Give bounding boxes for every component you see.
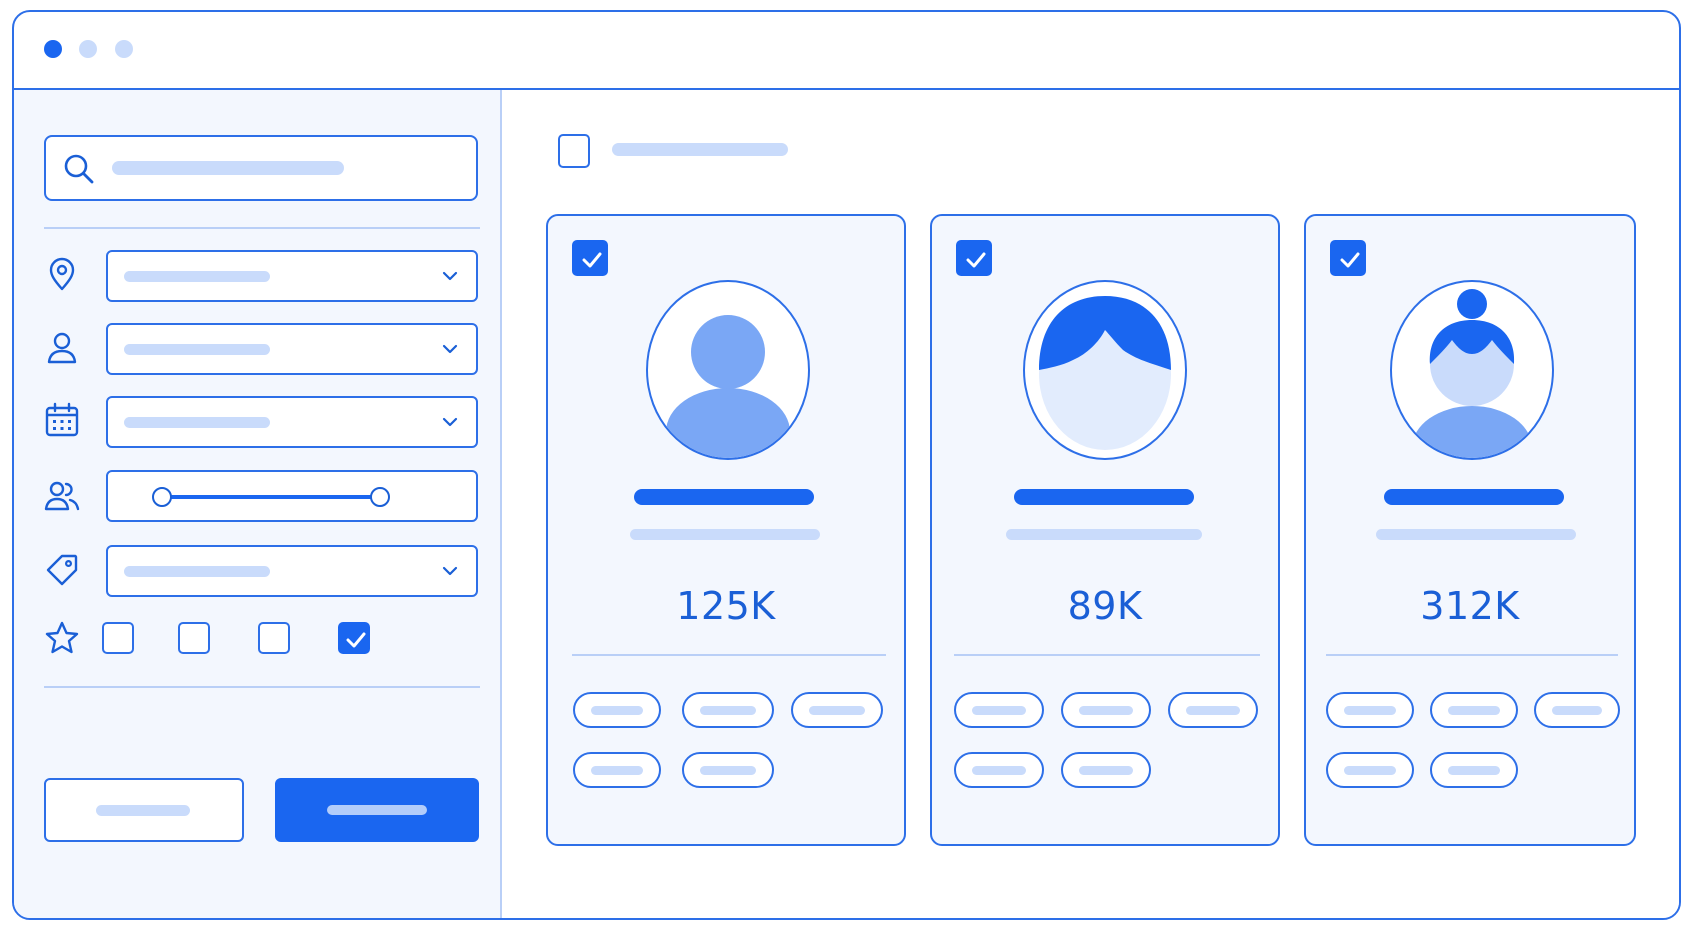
avatar [1023, 280, 1187, 460]
tag-chip[interactable] [682, 752, 774, 788]
person-select[interactable] [106, 323, 478, 375]
profile-card[interactable]: 89K [930, 214, 1280, 846]
search-input[interactable] [44, 135, 478, 201]
card-checkbox[interactable] [572, 240, 608, 276]
calendar-icon [45, 402, 79, 437]
date-select-placeholder [124, 417, 270, 428]
sidebar-divider-bottom [44, 686, 480, 688]
filter-sidebar [14, 90, 502, 918]
checkmark-icon [966, 252, 986, 268]
rating-checkbox-1[interactable] [102, 622, 134, 654]
tag-chip[interactable] [1326, 752, 1414, 788]
name-placeholder-bar [634, 489, 814, 505]
tag-chip[interactable] [1168, 692, 1258, 728]
tag-select-placeholder [124, 566, 270, 577]
checkmark-icon [582, 252, 602, 268]
tag-select[interactable] [106, 545, 478, 597]
tag-chip[interactable] [1430, 752, 1518, 788]
window-minimize-dot[interactable] [79, 40, 97, 58]
follower-count: 312K [1420, 584, 1520, 628]
range-slider-min-handle[interactable] [152, 487, 172, 507]
reset-button-label-bar [96, 805, 190, 816]
card-divider [954, 654, 1260, 656]
tag-chip[interactable] [954, 752, 1044, 788]
rating-checkbox-3[interactable] [258, 622, 290, 654]
tag-chip[interactable] [1534, 692, 1620, 728]
card-divider [572, 654, 886, 656]
rating-checkbox-2[interactable] [178, 622, 210, 654]
checkmark-icon [1340, 252, 1360, 268]
checkmark-icon [346, 632, 366, 648]
range-slider-track[interactable] [162, 495, 380, 499]
window-close-dot[interactable] [44, 40, 62, 58]
rating-checkbox-4[interactable] [338, 622, 370, 654]
audience-range-field[interactable] [106, 470, 478, 522]
tag-chip[interactable] [1061, 692, 1151, 728]
person-select-placeholder [124, 344, 270, 355]
apply-button-label-bar [327, 805, 427, 815]
star-icon [45, 621, 79, 654]
tag-chip[interactable] [682, 692, 774, 728]
avatar [646, 280, 810, 460]
follower-count: 125K [676, 584, 776, 628]
reset-button[interactable] [44, 778, 244, 842]
title-bar [14, 12, 1679, 90]
person-bun-hair-icon [1412, 289, 1532, 458]
subtitle-placeholder-bar [1006, 529, 1202, 540]
profile-card[interactable]: 312K [1304, 214, 1636, 846]
app-window: 125K 89K 312K [12, 10, 1681, 920]
tag-chip[interactable] [1061, 752, 1151, 788]
chevron-down-icon [442, 566, 458, 576]
chevron-down-icon [442, 271, 458, 281]
tag-chip[interactable] [1326, 692, 1414, 728]
users-icon [44, 481, 80, 511]
tag-chip[interactable] [573, 692, 661, 728]
follower-count: 89K [1067, 584, 1143, 628]
date-select[interactable] [106, 396, 478, 448]
sidebar-divider-top [44, 227, 480, 229]
card-divider [1326, 654, 1618, 656]
results-header-placeholder [612, 143, 788, 156]
person-bob-hair-icon [1039, 296, 1171, 450]
subtitle-placeholder-bar [1376, 529, 1576, 540]
profile-card[interactable]: 125K [546, 214, 906, 846]
name-placeholder-bar [1014, 489, 1194, 505]
map-pin-icon [49, 257, 75, 291]
tag-chip[interactable] [791, 692, 883, 728]
avatar [1390, 280, 1554, 460]
chevron-down-icon [442, 344, 458, 354]
apply-button[interactable] [275, 778, 479, 842]
subtitle-placeholder-bar [630, 529, 820, 540]
results-panel: 125K 89K 312K [502, 90, 1679, 918]
location-select-placeholder [124, 271, 270, 282]
tag-chip[interactable] [573, 752, 661, 788]
select-all-checkbox[interactable] [558, 134, 590, 168]
range-slider-max-handle[interactable] [370, 487, 390, 507]
tag-icon [46, 554, 78, 586]
tag-chip[interactable] [954, 692, 1044, 728]
card-checkbox[interactable] [956, 240, 992, 276]
person-short-hair-icon [666, 315, 790, 458]
search-icon [64, 154, 94, 184]
name-placeholder-bar [1384, 489, 1564, 505]
search-placeholder-bar [112, 161, 344, 175]
tag-chip[interactable] [1430, 692, 1518, 728]
user-icon [47, 332, 77, 364]
window-zoom-dot[interactable] [115, 40, 133, 58]
card-checkbox[interactable] [1330, 240, 1366, 276]
location-select[interactable] [106, 250, 478, 302]
chevron-down-icon [442, 417, 458, 427]
